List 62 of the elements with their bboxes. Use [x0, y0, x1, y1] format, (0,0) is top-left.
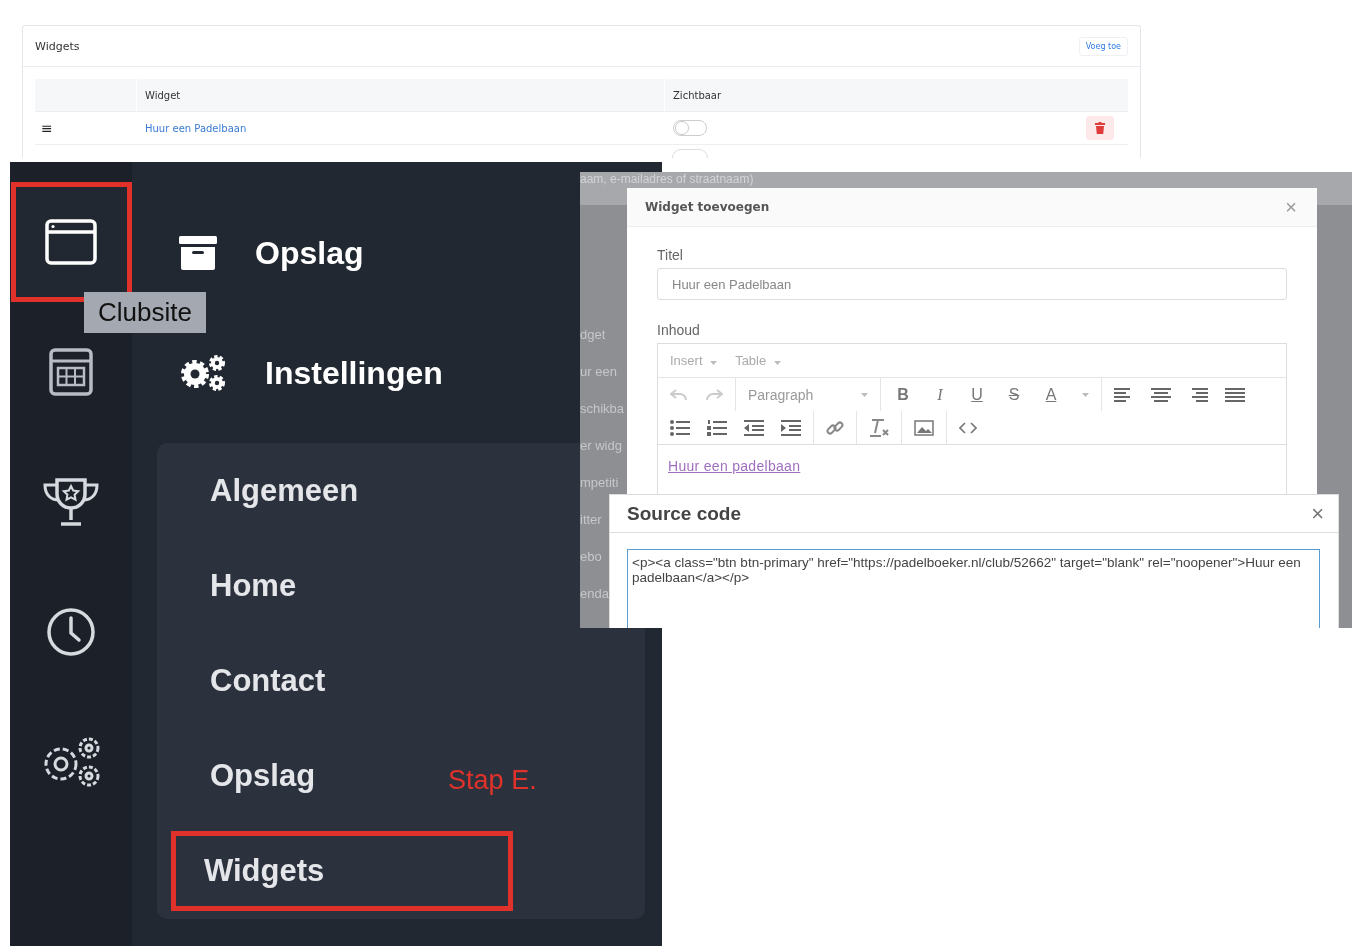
- format-button[interactable]: S: [1004, 385, 1024, 404]
- background-text-fragment: dget: [580, 327, 607, 342]
- field-label: Titel: [657, 247, 684, 263]
- submenu-item[interactable]: Home: [177, 554, 330, 617]
- delete-button[interactable]: [1086, 116, 1114, 140]
- title-input[interactable]: Huur een Padelbaan: [657, 268, 1287, 300]
- modal-title: Widget toevoegen: [645, 200, 770, 214]
- field-label: Inhoud: [657, 322, 701, 338]
- format-button[interactable]: A: [1041, 385, 1061, 404]
- close-button[interactable]: ×: [1311, 500, 1324, 527]
- editor-menu[interactable]: Insert: [670, 353, 718, 368]
- close-button[interactable]: ×: [1285, 195, 1297, 219]
- caret-icon: [1082, 392, 1089, 397]
- indent-icon[interactable]: [781, 419, 801, 436]
- column-header: Zichtbaar: [664, 79, 914, 111]
- visibility-toggle[interactable]: [673, 120, 707, 136]
- bullet-list-icon[interactable]: [670, 419, 690, 436]
- content-link[interactable]: Huur een padelbaan: [668, 458, 801, 474]
- image-icon[interactable]: [914, 419, 934, 436]
- dialog-title: Source code: [627, 502, 742, 525]
- clear-format-icon[interactable]: [869, 418, 889, 437]
- widget-link[interactable]: Huur een Padelbaan: [145, 122, 247, 134]
- submenu-item[interactable]: Opslag: [177, 744, 349, 807]
- format-button[interactable]: B: [893, 385, 913, 404]
- align-icon[interactable]: [1225, 387, 1245, 402]
- annotation-label: Stap E.: [448, 765, 537, 796]
- gears-icon: [179, 355, 227, 391]
- code-icon[interactable]: [959, 421, 977, 434]
- drag-handle[interactable]: ≡: [35, 120, 136, 136]
- background-text-fragment: enda: [580, 586, 610, 601]
- background-text-fragment: ebo: [580, 549, 603, 564]
- archive-box-icon: [179, 236, 217, 270]
- submenu-item[interactable]: Contact: [177, 649, 359, 712]
- add-button[interactable]: Voeg toe: [1078, 36, 1128, 56]
- submenu-item[interactable]: Widgets: [171, 830, 513, 911]
- calendar-icon: [49, 348, 93, 396]
- clock-icon: [46, 607, 96, 657]
- background-text-fragment: er widg: [580, 438, 623, 453]
- background-text-fragment: schikba: [580, 401, 625, 416]
- source-code-textarea[interactable]: <p><a class="btn btn-primary" href="https://padelboeker.nl/club/52662" target="blank" rel="noopener">Huur een padelbaan</a></p>: [627, 549, 1320, 628]
- background-text-fragment: ur een: [580, 364, 618, 379]
- tooltip: Clubsite: [84, 292, 206, 333]
- format-button[interactable]: I: [930, 385, 950, 404]
- caret-icon: [710, 361, 718, 365]
- card-title: Widgets: [35, 39, 80, 53]
- window-icon: [45, 219, 97, 265]
- align-icon[interactable]: [1151, 387, 1171, 402]
- trophy-icon: [42, 476, 100, 528]
- link-icon[interactable]: [826, 418, 844, 437]
- column-header: Widget: [136, 79, 664, 111]
- caret-icon: [773, 361, 781, 365]
- editor-menu[interactable]: Table: [735, 353, 781, 368]
- background-text-fragment: itter: [580, 512, 603, 527]
- trash-icon: [1095, 122, 1105, 134]
- format-select[interactable]: Paragraph: [748, 386, 868, 403]
- format-button[interactable]: U: [967, 385, 987, 404]
- background-text-fragment: mpetiti: [580, 475, 620, 490]
- submenu-item[interactable]: Algemeen: [177, 459, 392, 522]
- rail-item[interactable]: [10, 182, 132, 302]
- outdent-icon[interactable]: [744, 419, 764, 436]
- numbered-list-icon[interactable]: [707, 419, 727, 436]
- caret-icon: [861, 392, 868, 397]
